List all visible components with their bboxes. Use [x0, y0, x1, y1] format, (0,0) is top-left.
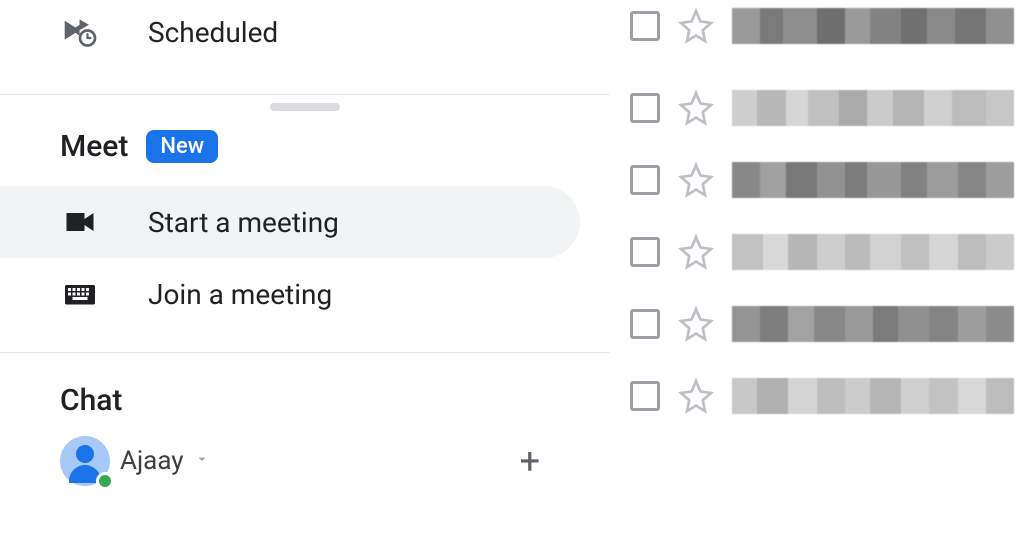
start-meeting-button[interactable]: Start a meeting	[0, 186, 580, 258]
mail-row[interactable]	[610, 144, 1024, 216]
start-meeting-label: Start a meeting	[148, 206, 339, 239]
redacted-sender	[732, 90, 1014, 126]
chat-user-row[interactable]: Ajaay +	[60, 436, 610, 486]
redacted-sender	[732, 8, 1014, 44]
redacted-sender	[732, 234, 1014, 270]
mail-checkbox[interactable]	[630, 309, 660, 339]
star-icon[interactable]	[678, 306, 714, 342]
redacted-sender	[732, 378, 1014, 414]
new-badge: New	[146, 130, 218, 163]
mail-row[interactable]	[610, 360, 1024, 432]
video-camera-icon	[60, 202, 100, 242]
avatar	[60, 436, 110, 486]
join-meeting-button[interactable]: Join a meeting	[0, 258, 580, 330]
mail-checkbox[interactable]	[630, 93, 660, 123]
star-icon[interactable]	[678, 234, 714, 270]
mail-checkbox[interactable]	[630, 11, 660, 41]
redacted-sender	[732, 162, 1014, 198]
mail-row[interactable]	[610, 216, 1024, 288]
chat-section: Chat Ajaay +	[0, 383, 610, 486]
scheduled-label: Scheduled	[148, 16, 278, 49]
sidebar-item-scheduled[interactable]: Scheduled	[0, 0, 610, 64]
star-icon[interactable]	[678, 8, 714, 44]
mail-checkbox[interactable]	[630, 381, 660, 411]
scheduled-icon	[60, 12, 100, 52]
mail-row[interactable]	[610, 0, 1024, 72]
redacted-sender	[732, 306, 1014, 342]
star-icon[interactable]	[678, 378, 714, 414]
meet-title: Meet	[60, 129, 128, 164]
sidebar: Scheduled Meet New Start a meeting	[0, 0, 610, 534]
meet-section-header: Meet New	[0, 129, 610, 186]
mail-checkbox[interactable]	[630, 237, 660, 267]
mail-row[interactable]	[610, 288, 1024, 360]
chevron-down-icon[interactable]	[194, 451, 210, 471]
user-name: Ajaay	[120, 446, 184, 476]
mail-row[interactable]	[610, 72, 1024, 144]
divider	[0, 94, 610, 95]
star-icon[interactable]	[678, 162, 714, 198]
collapse-handle[interactable]	[270, 103, 340, 111]
mail-checkbox[interactable]	[630, 165, 660, 195]
add-chat-button[interactable]: +	[520, 443, 540, 479]
presence-indicator	[96, 472, 114, 490]
join-meeting-label: Join a meeting	[148, 278, 332, 311]
chat-title: Chat	[60, 383, 122, 418]
star-icon[interactable]	[678, 90, 714, 126]
keyboard-icon	[60, 274, 100, 314]
divider	[0, 352, 610, 353]
mail-list	[610, 0, 1024, 534]
